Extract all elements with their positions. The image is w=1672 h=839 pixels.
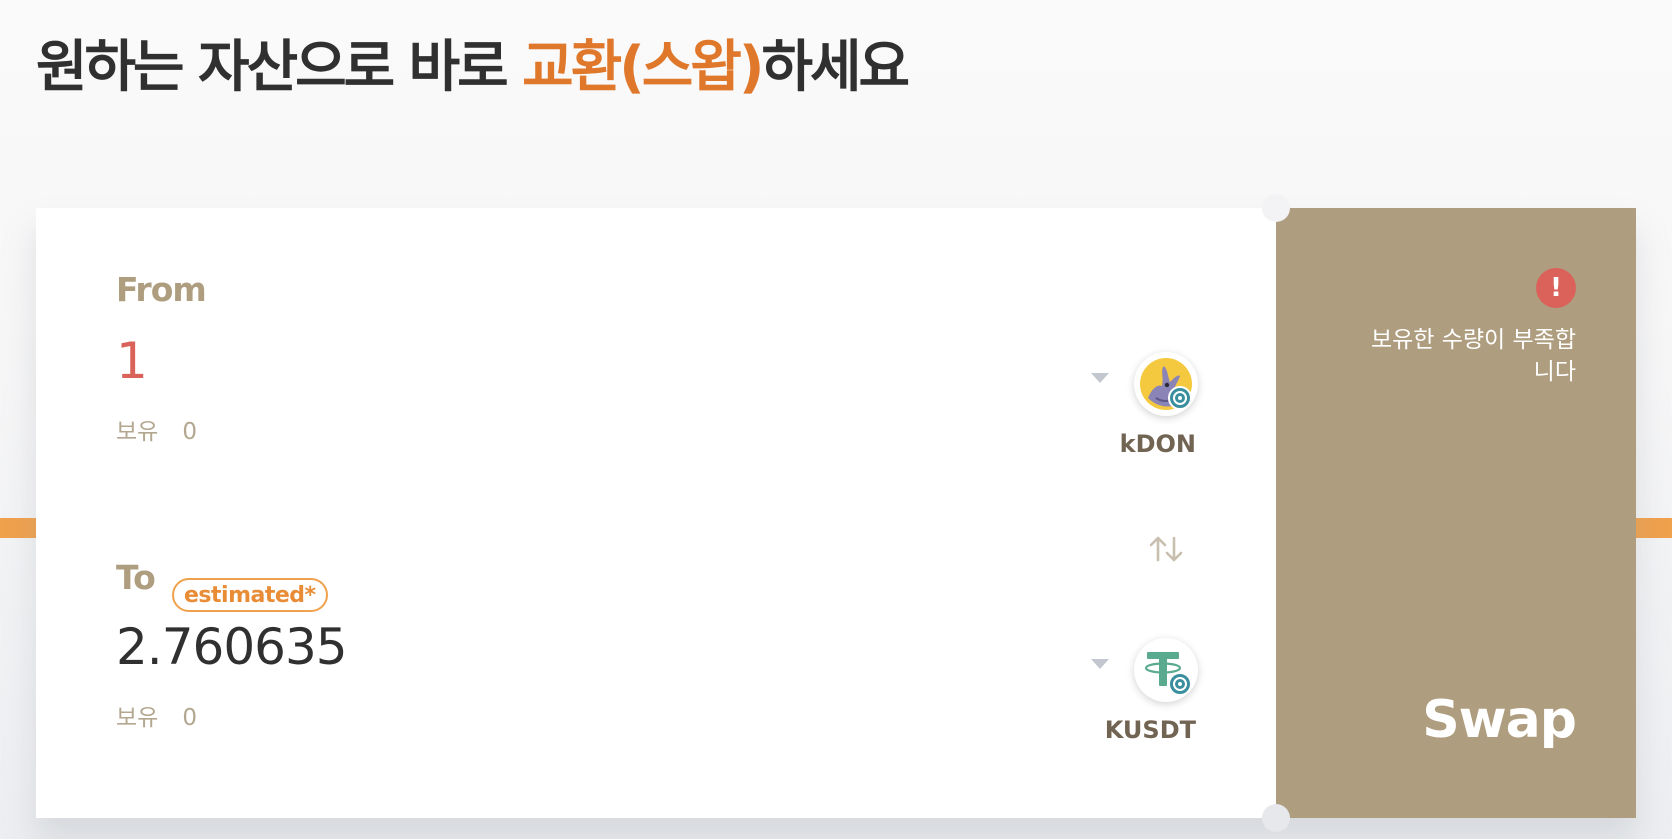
switch-direction-arrows-icon[interactable] (1144, 532, 1188, 566)
warning-exclamation-icon: ! (1536, 268, 1576, 308)
from-token-dropdown-caret-icon[interactable] (1091, 373, 1109, 383)
to-amount-value: 2.760635 (116, 618, 348, 676)
to-label: To (116, 558, 156, 597)
to-token-dropdown-caret-icon[interactable] (1091, 659, 1109, 669)
from-label: From (116, 270, 207, 309)
from-balance-value: 0 (182, 419, 197, 445)
from-token-symbol[interactable]: kDON (1120, 430, 1196, 458)
from-amount-input[interactable]: 1 (116, 332, 148, 390)
ticket-notch-bottom (1262, 804, 1290, 832)
estimated-badge: estimated* (172, 578, 328, 612)
to-balance-label: 보유 (116, 705, 159, 731)
decorative-band-left (0, 518, 36, 538)
kdon-token-icon[interactable] (1134, 352, 1198, 416)
page-title-suffix: 하세요 (761, 35, 910, 100)
ticket-notch-top (1262, 194, 1290, 222)
kusdt-token-icon[interactable] (1134, 638, 1198, 702)
insufficient-balance-warning: 보유한 수량이 부족합니다 (1370, 327, 1576, 385)
from-balance-label: 보유 (116, 419, 159, 445)
page-title-prefix: 원하는 자산으로 바로 (36, 35, 523, 100)
to-balance: 보유 0 (116, 698, 197, 732)
decorative-band-right (1636, 518, 1672, 538)
swap-button[interactable]: Swap (1422, 690, 1577, 750)
page-title-highlight: 교환(스왑) (522, 35, 764, 100)
from-balance: 보유 0 (116, 412, 197, 446)
swap-form-panel: From 1 보유 0 kDON To estimated* 2.760635 … (36, 208, 1276, 818)
to-balance-value: 0 (182, 705, 197, 731)
swap-card: From 1 보유 0 kDON To estimated* 2.760635 … (36, 194, 1636, 832)
page-title: 원하는 자산으로 바로 교환(스왑)하세요 (36, 22, 910, 103)
to-token-symbol[interactable]: KUSDT (1105, 716, 1196, 744)
